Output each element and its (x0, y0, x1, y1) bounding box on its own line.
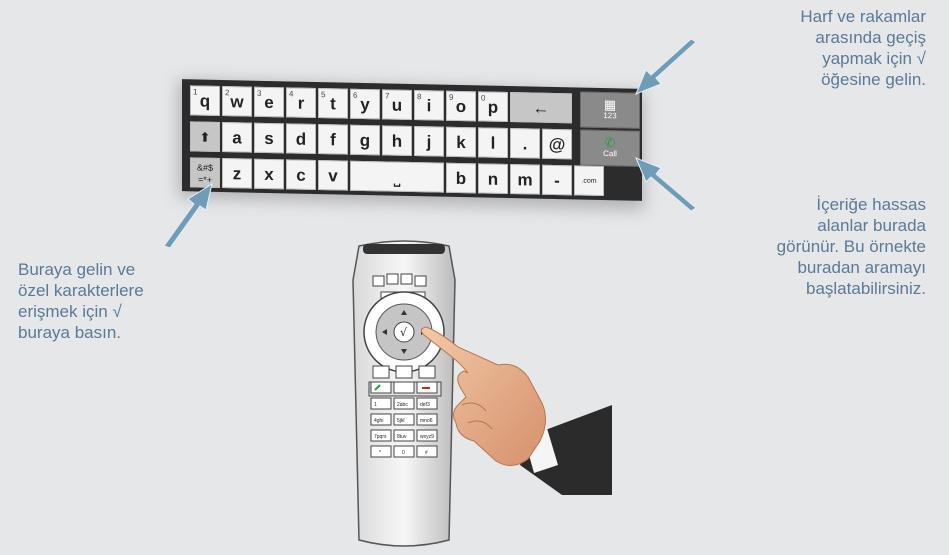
callout-line: alanlar burada (817, 216, 926, 235)
key-h[interactable]: h (382, 125, 412, 156)
shift-key[interactable]: ⬆ (190, 121, 220, 152)
key-i[interactable]: 8i (414, 90, 444, 121)
arrow-to-call-icon (635, 157, 697, 212)
key-label: e (264, 92, 274, 113)
callout-line: buradan aramayı (797, 258, 926, 277)
key-j[interactable]: j (414, 126, 444, 157)
callout-special-characters: Buraya gelin ve özel karakterlere erişme… (18, 259, 144, 343)
key-b[interactable]: b (446, 162, 476, 194)
key-e[interactable]: 3e (254, 86, 284, 118)
keyboard-row-1: 1q 2w 3e 4r 5t 6y 7u 8i 9o 0p ← (190, 85, 580, 124)
backspace-icon: ← (532, 98, 550, 118)
symbols-label-top: &#$ (196, 162, 213, 173)
remote-key-7: 7pqrs (374, 434, 387, 440)
check-icon: √ (400, 326, 408, 339)
remote-key-4: 4ghi (374, 418, 383, 424)
key-dash[interactable]: - (542, 164, 572, 196)
key-label: q (199, 91, 211, 111)
remote-key-1: 1 (374, 402, 377, 408)
keyboard-row-3: &#$ =*+ z x c v ⎵ b n m - (190, 157, 580, 196)
key-c[interactable]: c (286, 159, 316, 190)
key-l[interactable]: l (478, 127, 508, 159)
space-key[interactable]: ⎵ (350, 160, 444, 193)
key-p[interactable]: 0p (478, 91, 508, 123)
key-x[interactable]: x (254, 158, 284, 190)
key-s[interactable]: s (254, 122, 284, 154)
key-at[interactable]: @ (542, 128, 572, 160)
key-number-hint: 4 (289, 89, 294, 99)
key-k[interactable]: k (446, 126, 476, 158)
callout-line: erişmek için √ (18, 302, 122, 321)
key-g[interactable]: g (350, 124, 380, 156)
call-label: Call (603, 149, 617, 159)
space-icon: ⎵ (393, 167, 401, 187)
phone-icon: ✆ (604, 135, 616, 151)
callout-context-fields: İçeriğe hassas alanlar burada görünür. B… (777, 194, 926, 299)
key-r[interactable]: 4r (286, 87, 316, 118)
callout-line: görünür. Bu örnekte (776, 237, 926, 256)
key-number-hint: 2 (225, 88, 230, 98)
callout-line: yapmak için √ (822, 49, 926, 68)
key-label: y (360, 94, 370, 115)
key-label: u (391, 95, 403, 115)
key-z[interactable]: z (222, 158, 252, 189)
shift-icon: ⬆ (199, 129, 211, 145)
key-v[interactable]: v (318, 160, 348, 191)
key-label: t (330, 94, 336, 114)
key-q[interactable]: 1q (190, 85, 220, 116)
arrow-to-symbols-icon (163, 182, 213, 249)
key-w[interactable]: 2w (222, 86, 252, 117)
remote-key-star: * (379, 450, 381, 456)
call-button[interactable]: ✆ Call (580, 129, 640, 167)
key-o[interactable]: 9o (446, 90, 476, 122)
callout-toggle-letters-numbers: Harf ve rakamlar arasında geçiş yapmak i… (800, 6, 926, 90)
key-number-hint: 1 (193, 87, 198, 97)
remote-key-0: 0 (402, 450, 405, 456)
key-d[interactable]: d (286, 123, 316, 154)
remote-key-8: 8tuv (397, 434, 407, 440)
key-number-hint: 8 (417, 92, 422, 102)
key-a[interactable]: a (222, 122, 252, 153)
key-f[interactable]: f (318, 124, 348, 155)
key-label: r (297, 93, 305, 113)
key-period[interactable]: . (510, 128, 540, 159)
key-y[interactable]: 6y (350, 88, 380, 120)
callout-line: öğesine gelin. (821, 70, 926, 89)
toggle-123-label: 123 (603, 111, 617, 121)
key-label: w (230, 92, 244, 112)
key-number-hint: 7 (385, 91, 390, 101)
callout-line: özel karakterlere (18, 281, 144, 300)
callout-line: İçeriğe hassas (816, 195, 926, 214)
key-label: p (487, 97, 499, 117)
callout-line: arasında geçiş (815, 28, 926, 47)
key-number-hint: 9 (449, 92, 454, 102)
key-number-hint: 0 (481, 93, 486, 103)
key-number-hint: 5 (321, 90, 326, 100)
remote-key-2: 2abc (397, 402, 408, 408)
key-label: i (426, 96, 432, 116)
callout-line: Harf ve rakamlar (800, 7, 926, 26)
key-number-hint: 6 (353, 90, 358, 100)
backspace-key[interactable]: ← (510, 92, 572, 124)
callout-line: Buraya gelin ve (18, 260, 136, 279)
remote-key-5: 5jkl (397, 418, 405, 424)
onscreen-keyboard: 1q 2w 3e 4r 5t 6y 7u 8i 9o 0p ← ⬆ a s d … (182, 79, 642, 201)
callout-line: buraya basın. (18, 323, 122, 342)
pointing-hand (420, 326, 612, 495)
key-number-hint: 3 (257, 88, 262, 98)
key-m[interactable]: m (510, 164, 540, 195)
key-t[interactable]: 5t (318, 88, 348, 119)
callout-line: başlatabilirsiniz. (806, 279, 926, 298)
arrow-to-123-icon (635, 38, 697, 95)
keyboard-row-2: ⬆ a s d f g h j k l . @ (190, 121, 580, 160)
key-label: o (455, 96, 467, 117)
key-u[interactable]: 7u (382, 89, 412, 120)
dot-com-key[interactable]: .com (574, 165, 604, 197)
key-n[interactable]: n (478, 163, 508, 195)
